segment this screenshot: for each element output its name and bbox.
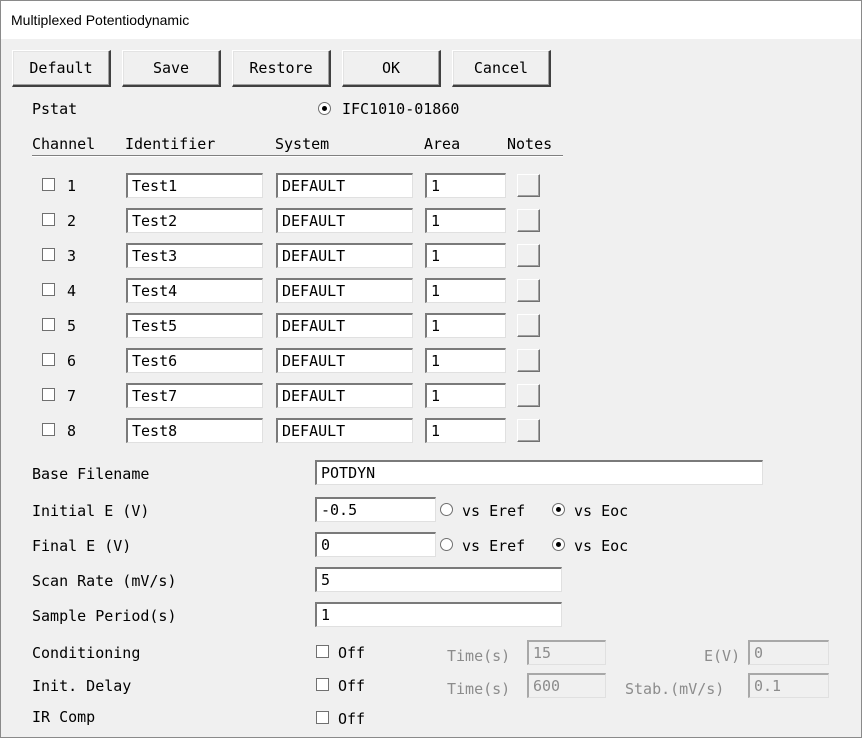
- area-input[interactable]: [425, 348, 506, 373]
- final-e-input[interactable]: [315, 532, 436, 557]
- identifier-input[interactable]: [126, 383, 263, 408]
- conditioning-time-input[interactable]: [527, 640, 606, 665]
- notes-button[interactable]: [517, 349, 540, 372]
- identifier-input[interactable]: [126, 348, 263, 373]
- channel-number: 2: [67, 212, 77, 230]
- identifier-input[interactable]: [126, 173, 263, 198]
- init-delay-time-input[interactable]: [527, 673, 606, 698]
- header-system: System: [275, 135, 330, 153]
- notes-button[interactable]: [517, 279, 540, 302]
- init-delay-label: Init. Delay: [32, 677, 132, 695]
- conditioning-time-label: Time(s): [447, 647, 511, 665]
- area-input[interactable]: [425, 208, 506, 233]
- conditioning-checkbox[interactable]: [316, 645, 329, 658]
- channel-number: 7: [67, 387, 77, 405]
- default-button[interactable]: Default: [12, 50, 111, 87]
- init-delay-time-label: Time(s): [447, 680, 511, 698]
- scan-rate-label: Scan Rate (mV/s): [32, 572, 177, 590]
- area-input[interactable]: [425, 243, 506, 268]
- system-input[interactable]: [276, 348, 413, 373]
- identifier-input[interactable]: [126, 278, 263, 303]
- area-input[interactable]: [425, 383, 506, 408]
- conditioning-label: Conditioning: [32, 644, 141, 662]
- channel-checkbox[interactable]: [42, 213, 55, 226]
- initial-e-vs-eref-label: vs Eref: [462, 502, 526, 520]
- system-input[interactable]: [276, 278, 413, 303]
- system-input[interactable]: [276, 173, 413, 198]
- ir-comp-off-label: Off: [338, 710, 366, 728]
- ir-comp-label: IR Comp: [32, 708, 96, 726]
- header-divider: [32, 155, 563, 157]
- channel-number: 6: [67, 352, 77, 370]
- save-button[interactable]: Save: [122, 50, 221, 87]
- notes-button[interactable]: [517, 314, 540, 337]
- init-delay-off-label: Off: [338, 677, 366, 695]
- area-input[interactable]: [425, 313, 506, 338]
- init-delay-stab-label: Stab.(mV/s): [625, 680, 725, 698]
- initial-e-vs-eoc-radio[interactable]: [552, 503, 565, 516]
- final-e-label: Final E (V): [32, 537, 132, 555]
- base-filename-input[interactable]: [315, 460, 763, 485]
- channel-number: 4: [67, 282, 77, 300]
- system-input[interactable]: [276, 313, 413, 338]
- identifier-input[interactable]: [126, 243, 263, 268]
- initial-e-input[interactable]: [315, 497, 436, 522]
- conditioning-e-label: E(V): [704, 647, 741, 665]
- restore-button[interactable]: Restore: [232, 50, 331, 87]
- channel-checkbox[interactable]: [42, 248, 55, 261]
- pstat-device-radio[interactable]: [318, 102, 331, 115]
- initial-e-vs-eoc-label: vs Eoc: [574, 502, 629, 520]
- channel-number: 8: [67, 422, 77, 440]
- final-e-vs-eref-label: vs Eref: [462, 537, 526, 555]
- cancel-button[interactable]: Cancel: [452, 50, 551, 87]
- sample-period-label: Sample Period(s): [32, 607, 177, 625]
- channel-number: 1: [67, 177, 77, 195]
- header-identifier: Identifier: [125, 135, 216, 153]
- window-title: Multiplexed Potentiodynamic: [1, 1, 861, 39]
- init-delay-stab-input[interactable]: [748, 673, 829, 698]
- final-e-vs-eref-radio[interactable]: [440, 538, 453, 551]
- initial-e-vs-eref-radio[interactable]: [440, 503, 453, 516]
- sample-period-input[interactable]: [315, 602, 562, 627]
- notes-button[interactable]: [517, 244, 540, 267]
- system-input[interactable]: [276, 418, 413, 443]
- notes-button[interactable]: [517, 419, 540, 442]
- header-notes: Notes: [507, 135, 553, 153]
- identifier-input[interactable]: [126, 418, 263, 443]
- header-area: Area: [424, 135, 461, 153]
- init-delay-checkbox[interactable]: [316, 678, 329, 691]
- final-e-vs-eoc-label: vs Eoc: [574, 537, 629, 555]
- scan-rate-input[interactable]: [315, 567, 562, 592]
- identifier-input[interactable]: [126, 208, 263, 233]
- channel-checkbox[interactable]: [42, 353, 55, 366]
- ir-comp-checkbox[interactable]: [316, 711, 329, 724]
- area-input[interactable]: [425, 418, 506, 443]
- channel-checkbox[interactable]: [42, 423, 55, 436]
- conditioning-e-input[interactable]: [748, 640, 829, 665]
- pstat-label: Pstat: [32, 100, 78, 118]
- dialog-window: Multiplexed Potentiodynamic Default Save…: [0, 0, 862, 738]
- channel-checkbox[interactable]: [42, 318, 55, 331]
- header-channel: Channel: [32, 135, 96, 153]
- channel-checkbox[interactable]: [42, 283, 55, 296]
- notes-button[interactable]: [517, 384, 540, 407]
- ok-button[interactable]: OK: [342, 50, 441, 87]
- system-input[interactable]: [276, 208, 413, 233]
- notes-button[interactable]: [517, 174, 540, 197]
- pstat-device-label: IFC1010-01860: [342, 100, 460, 118]
- identifier-input[interactable]: [126, 313, 263, 338]
- conditioning-off-label: Off: [338, 644, 366, 662]
- channel-number: 5: [67, 317, 77, 335]
- area-input[interactable]: [425, 173, 506, 198]
- channel-number: 3: [67, 247, 77, 265]
- channel-checkbox[interactable]: [42, 388, 55, 401]
- final-e-vs-eoc-radio[interactable]: [552, 538, 565, 551]
- system-input[interactable]: [276, 383, 413, 408]
- channel-checkbox[interactable]: [42, 178, 55, 191]
- base-filename-label: Base Filename: [32, 465, 150, 483]
- initial-e-label: Initial E (V): [32, 502, 150, 520]
- area-input[interactable]: [425, 278, 506, 303]
- notes-button[interactable]: [517, 209, 540, 232]
- system-input[interactable]: [276, 243, 413, 268]
